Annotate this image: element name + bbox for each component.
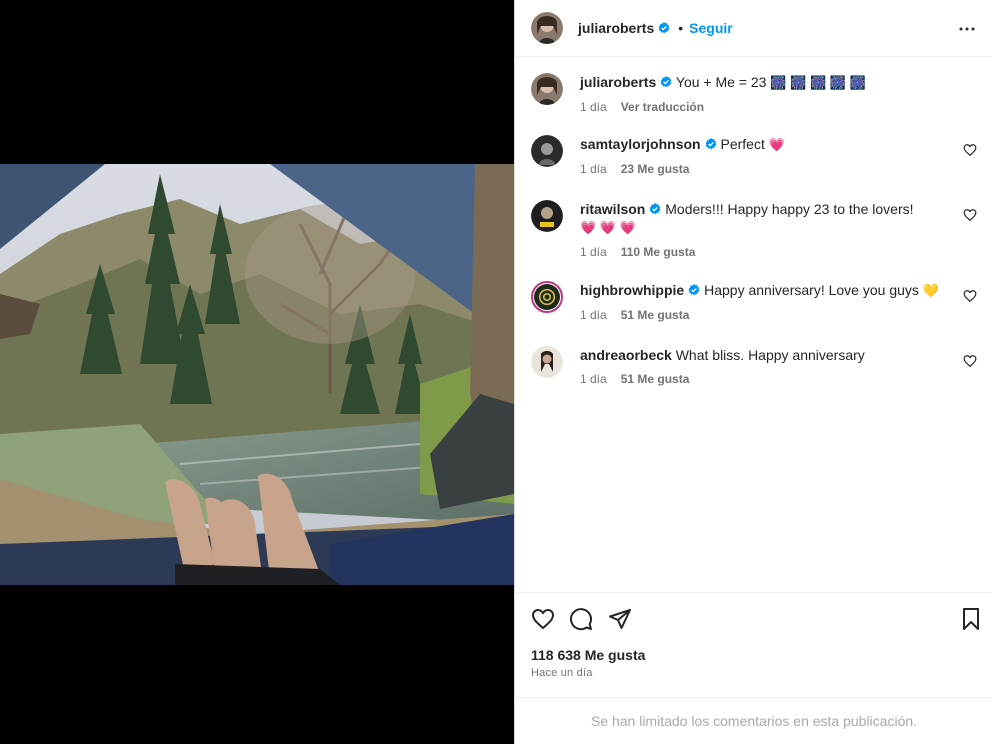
heart-icon[interactable] bbox=[531, 607, 555, 631]
comment-like-heart-icon[interactable] bbox=[963, 289, 977, 303]
post-header: juliaroberts • Seguir bbox=[515, 0, 992, 57]
comment-like-heart-icon[interactable] bbox=[963, 208, 977, 222]
post-side-panel: juliaroberts • Seguir juliaroberts You +… bbox=[514, 0, 992, 744]
caption-time[interactable]: 1 día bbox=[580, 100, 607, 114]
comment-likes[interactable]: 51 Me gusta bbox=[621, 372, 690, 386]
post-photo[interactable] bbox=[0, 164, 514, 585]
comments-list[interactable]: juliaroberts You + Me = 23 🎆 🎆 🎆 🎆 🎆 1 d… bbox=[515, 57, 992, 592]
comment-text: Moders!!! Happy happy 23 to the lovers! bbox=[665, 201, 914, 217]
comment-text: Perfect bbox=[720, 136, 765, 152]
comment-text: What bliss. Happy anniversary bbox=[675, 347, 865, 363]
caption-text: You + Me = 23 bbox=[675, 74, 767, 90]
author-username[interactable]: juliaroberts bbox=[578, 20, 654, 36]
author-avatar[interactable] bbox=[531, 12, 563, 44]
commenter-avatar[interactable] bbox=[531, 346, 563, 378]
comment-username[interactable]: andreaorbeck bbox=[580, 347, 672, 363]
share-icon[interactable] bbox=[608, 607, 632, 631]
verified-badge-icon bbox=[658, 22, 670, 34]
bookmark-icon[interactable] bbox=[959, 607, 983, 631]
verified-badge-icon bbox=[688, 284, 700, 296]
comment-likes[interactable]: 23 Me gusta bbox=[621, 162, 690, 176]
verified-badge-icon bbox=[649, 203, 661, 215]
translate-button[interactable]: Ver traducción bbox=[621, 100, 704, 114]
comment-time[interactable]: 1 día bbox=[580, 372, 607, 386]
follow-button[interactable]: Seguir bbox=[689, 20, 733, 36]
comment-emoji: 💛 bbox=[922, 283, 939, 298]
comment-likes[interactable]: 110 Me gusta bbox=[621, 245, 696, 259]
comment-username[interactable]: highbrowhippie bbox=[580, 282, 684, 298]
comment-emoji: 💗 bbox=[768, 137, 785, 152]
comment-username[interactable]: ritawilson bbox=[580, 201, 645, 217]
commenter-avatar[interactable] bbox=[531, 135, 563, 167]
comment-item: ritawilson Moders!!! Happy happy 23 to t… bbox=[531, 200, 977, 260]
caption-item: juliaroberts You + Me = 23 🎆 🎆 🎆 🎆 🎆 1 d… bbox=[531, 73, 977, 115]
post-timestamp[interactable]: Hace un día bbox=[531, 667, 593, 679]
verified-badge-icon bbox=[705, 138, 717, 150]
comments-limited-notice: Se han limitado los comentarios en esta … bbox=[515, 697, 992, 744]
caption-username[interactable]: juliaroberts bbox=[580, 74, 656, 90]
commenter-avatar[interactable] bbox=[531, 200, 563, 232]
comment-item: samtaylorjohnson Perfect 💗 1 día 23 Me gu… bbox=[531, 135, 977, 177]
comment-username[interactable]: samtaylorjohnson bbox=[580, 136, 701, 152]
comment-likes[interactable]: 51 Me gusta bbox=[621, 308, 690, 322]
comment-item: andreaorbeck What bliss. Happy anniversa… bbox=[531, 346, 977, 387]
tent-river-photo bbox=[0, 164, 514, 585]
comment-time[interactable]: 1 día bbox=[580, 308, 607, 322]
comment-time[interactable]: 1 día bbox=[580, 245, 607, 259]
author-avatar[interactable] bbox=[531, 73, 563, 105]
likes-count[interactable]: 118 638 Me gusta bbox=[531, 647, 645, 663]
comment-like-heart-icon[interactable] bbox=[963, 354, 977, 368]
comment-like-heart-icon[interactable] bbox=[963, 143, 977, 157]
post-actions-bar: 118 638 Me gusta Hace un día bbox=[515, 592, 992, 697]
comment-text: Happy anniversary! Love you guys bbox=[704, 282, 919, 298]
caption-emojis: 🎆 🎆 🎆 🎆 🎆 bbox=[770, 75, 866, 90]
more-options-icon[interactable] bbox=[955, 17, 979, 41]
header-separator: • bbox=[678, 20, 684, 36]
comment-emoji: 💗 💗 💗 bbox=[580, 220, 636, 235]
comment-time[interactable]: 1 día bbox=[580, 162, 607, 176]
verified-badge-icon bbox=[660, 76, 672, 88]
post-media-area bbox=[0, 0, 514, 744]
comment-icon[interactable] bbox=[569, 607, 593, 631]
comment-item: highbrowhippie Happy anniversary! Love y… bbox=[531, 281, 977, 323]
commenter-avatar-story-ring[interactable] bbox=[531, 281, 563, 313]
